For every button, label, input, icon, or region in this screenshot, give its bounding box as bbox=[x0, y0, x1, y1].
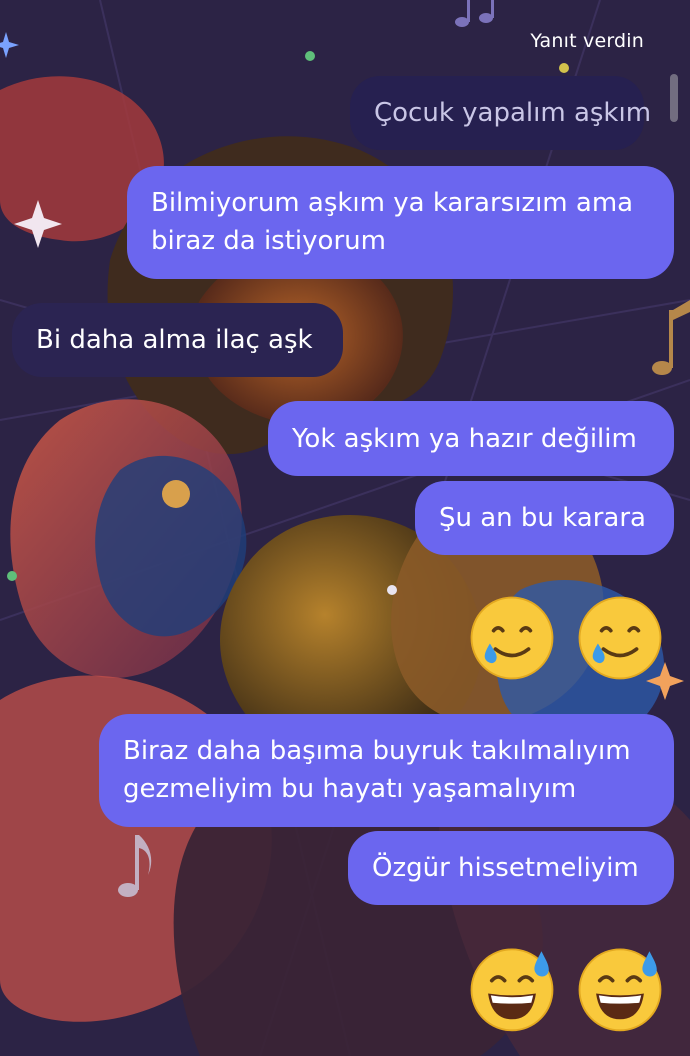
message-text-line: Biraz daha başıma buyruk takılmalıyım bbox=[123, 736, 631, 766]
message-text-line: Bilmiyorum aşkım ya kararsızım ama bbox=[151, 188, 634, 218]
scrollbar[interactable] bbox=[670, 74, 678, 122]
reply-note: Yanıt verdin bbox=[530, 30, 644, 52]
sent-message-bubble[interactable]: Özgür hissetmeliyim bbox=[348, 831, 674, 905]
received-message-bubble[interactable]: Bi daha alma ilaç aşk bbox=[12, 303, 343, 377]
smiling-face-with-tear-icon bbox=[578, 596, 662, 680]
sent-message-bubble[interactable]: Şu an bu karara bbox=[415, 481, 674, 555]
message-text: Bi daha alma ilaç aşk bbox=[36, 325, 313, 355]
sent-message-bubble[interactable]: Yok aşkım ya hazır değilim bbox=[268, 401, 674, 476]
grinning-face-with-sweat-icon bbox=[578, 948, 662, 1032]
grinning-face-with-sweat-icon bbox=[470, 948, 554, 1032]
message-text-line: biraz da istiyorum bbox=[151, 226, 386, 256]
sent-message-bubble[interactable]: Biraz daha başıma buyruk takılmalıyım ge… bbox=[99, 714, 674, 827]
emoji-message[interactable] bbox=[466, 942, 666, 1034]
message-text: Çocuk yapalım aşkım bbox=[374, 98, 652, 128]
smiling-face-with-tear-icon bbox=[470, 596, 554, 680]
message-text: Özgür hissetmeliyim bbox=[372, 853, 639, 883]
emoji-message[interactable] bbox=[466, 592, 666, 684]
sent-message-bubble[interactable]: Bilmiyorum aşkım ya kararsızım ama biraz… bbox=[127, 166, 674, 279]
message-text: Yok aşkım ya hazır değilim bbox=[292, 423, 637, 454]
replied-message-bubble[interactable]: Çocuk yapalım aşkım bbox=[350, 76, 651, 150]
message-text-line: gezmeliyim bu hayatı yaşamalıyım bbox=[123, 774, 577, 804]
message-text: Şu an bu karara bbox=[439, 503, 646, 533]
